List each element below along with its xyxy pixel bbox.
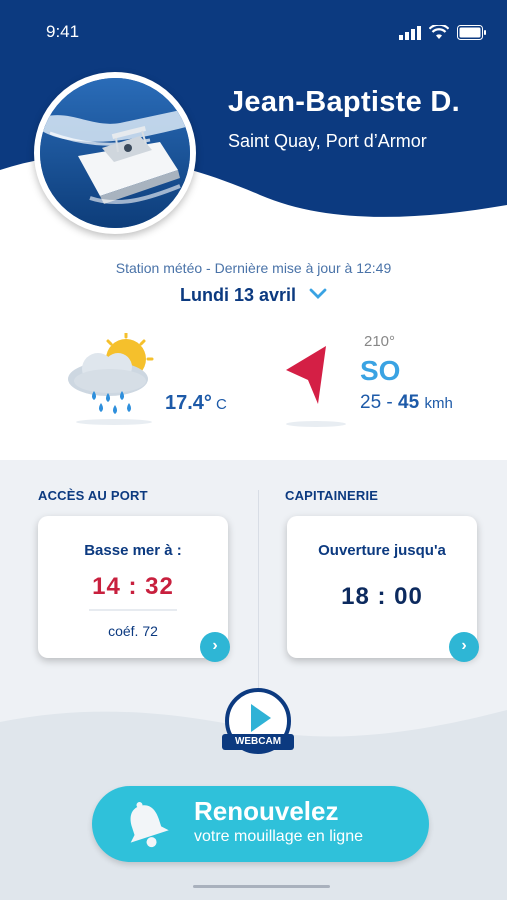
wind-direction: SO	[360, 355, 401, 386]
chevron-right-icon[interactable]: ›	[449, 632, 479, 662]
date-selector[interactable]: Lundi 13 avril	[0, 283, 507, 306]
boat-photo-icon	[40, 78, 190, 228]
date-label: Lundi 13 avril	[179, 285, 297, 305]
bell-icon	[130, 802, 169, 848]
wind-degrees: 210°	[364, 333, 396, 350]
section-divider	[258, 490, 259, 690]
wind-direction-icon	[282, 340, 352, 435]
wind-speed-max: 45	[398, 392, 420, 413]
temperature-unit: C	[215, 396, 227, 413]
webcam-button[interactable]: WEBCAM	[222, 688, 294, 760]
harbour-office-title: CAPITAINERIE	[285, 488, 379, 503]
tide-coefficient: coéf. 72	[108, 623, 158, 639]
status-time: 9:41	[46, 22, 80, 41]
card-separator	[89, 609, 177, 611]
battery-icon	[457, 25, 486, 40]
chevron-down-icon[interactable]	[309, 283, 327, 304]
temperature-value: 17.4°	[165, 392, 212, 414]
low-tide-card[interactable]: Basse mer à : 14 : 32 coéf. 72 ›	[38, 516, 230, 662]
webcam-label: WEBCAM	[222, 734, 294, 750]
home-indicator[interactable]	[193, 885, 330, 888]
port-access-title: ACCÈS AU PORT	[38, 488, 148, 503]
wind-speed-min: 25 -	[360, 392, 399, 413]
low-tide-time: 14 : 32	[92, 573, 174, 600]
cta-subtitle: votre mouillage en ligne	[194, 828, 363, 845]
cta-title: Renouvelez	[194, 796, 339, 826]
renew-mooring-button[interactable]: Renouvelez votre mouillage en ligne	[92, 786, 429, 862]
opening-hours-card[interactable]: Ouverture jusqu'a 18 : 00 ›	[287, 516, 479, 662]
wind-speed: 25 - 45 kmh	[360, 392, 453, 414]
opening-hours-title: Ouverture jusqu'a	[318, 542, 446, 559]
user-name: Jean-Baptiste D.	[228, 86, 461, 118]
status-icons	[399, 25, 487, 40]
wifi-icon	[429, 25, 449, 39]
opening-hours-time: 18 : 00	[341, 583, 423, 610]
sun-cloud-rain-icon	[64, 331, 164, 430]
avatar[interactable]	[34, 72, 196, 234]
chevron-right-icon[interactable]: ›	[200, 632, 230, 662]
temperature: 17.4° C	[165, 392, 227, 415]
low-tide-title: Basse mer à :	[84, 542, 182, 559]
signal-icon	[399, 26, 421, 40]
weather-station-label: Station météo - Dernière mise à jour à 1…	[115, 260, 392, 276]
status-bar: 9:41	[0, 22, 507, 46]
user-port: Saint Quay, Port d’Armor	[228, 131, 427, 151]
wind-speed-unit: kmh	[424, 395, 453, 412]
